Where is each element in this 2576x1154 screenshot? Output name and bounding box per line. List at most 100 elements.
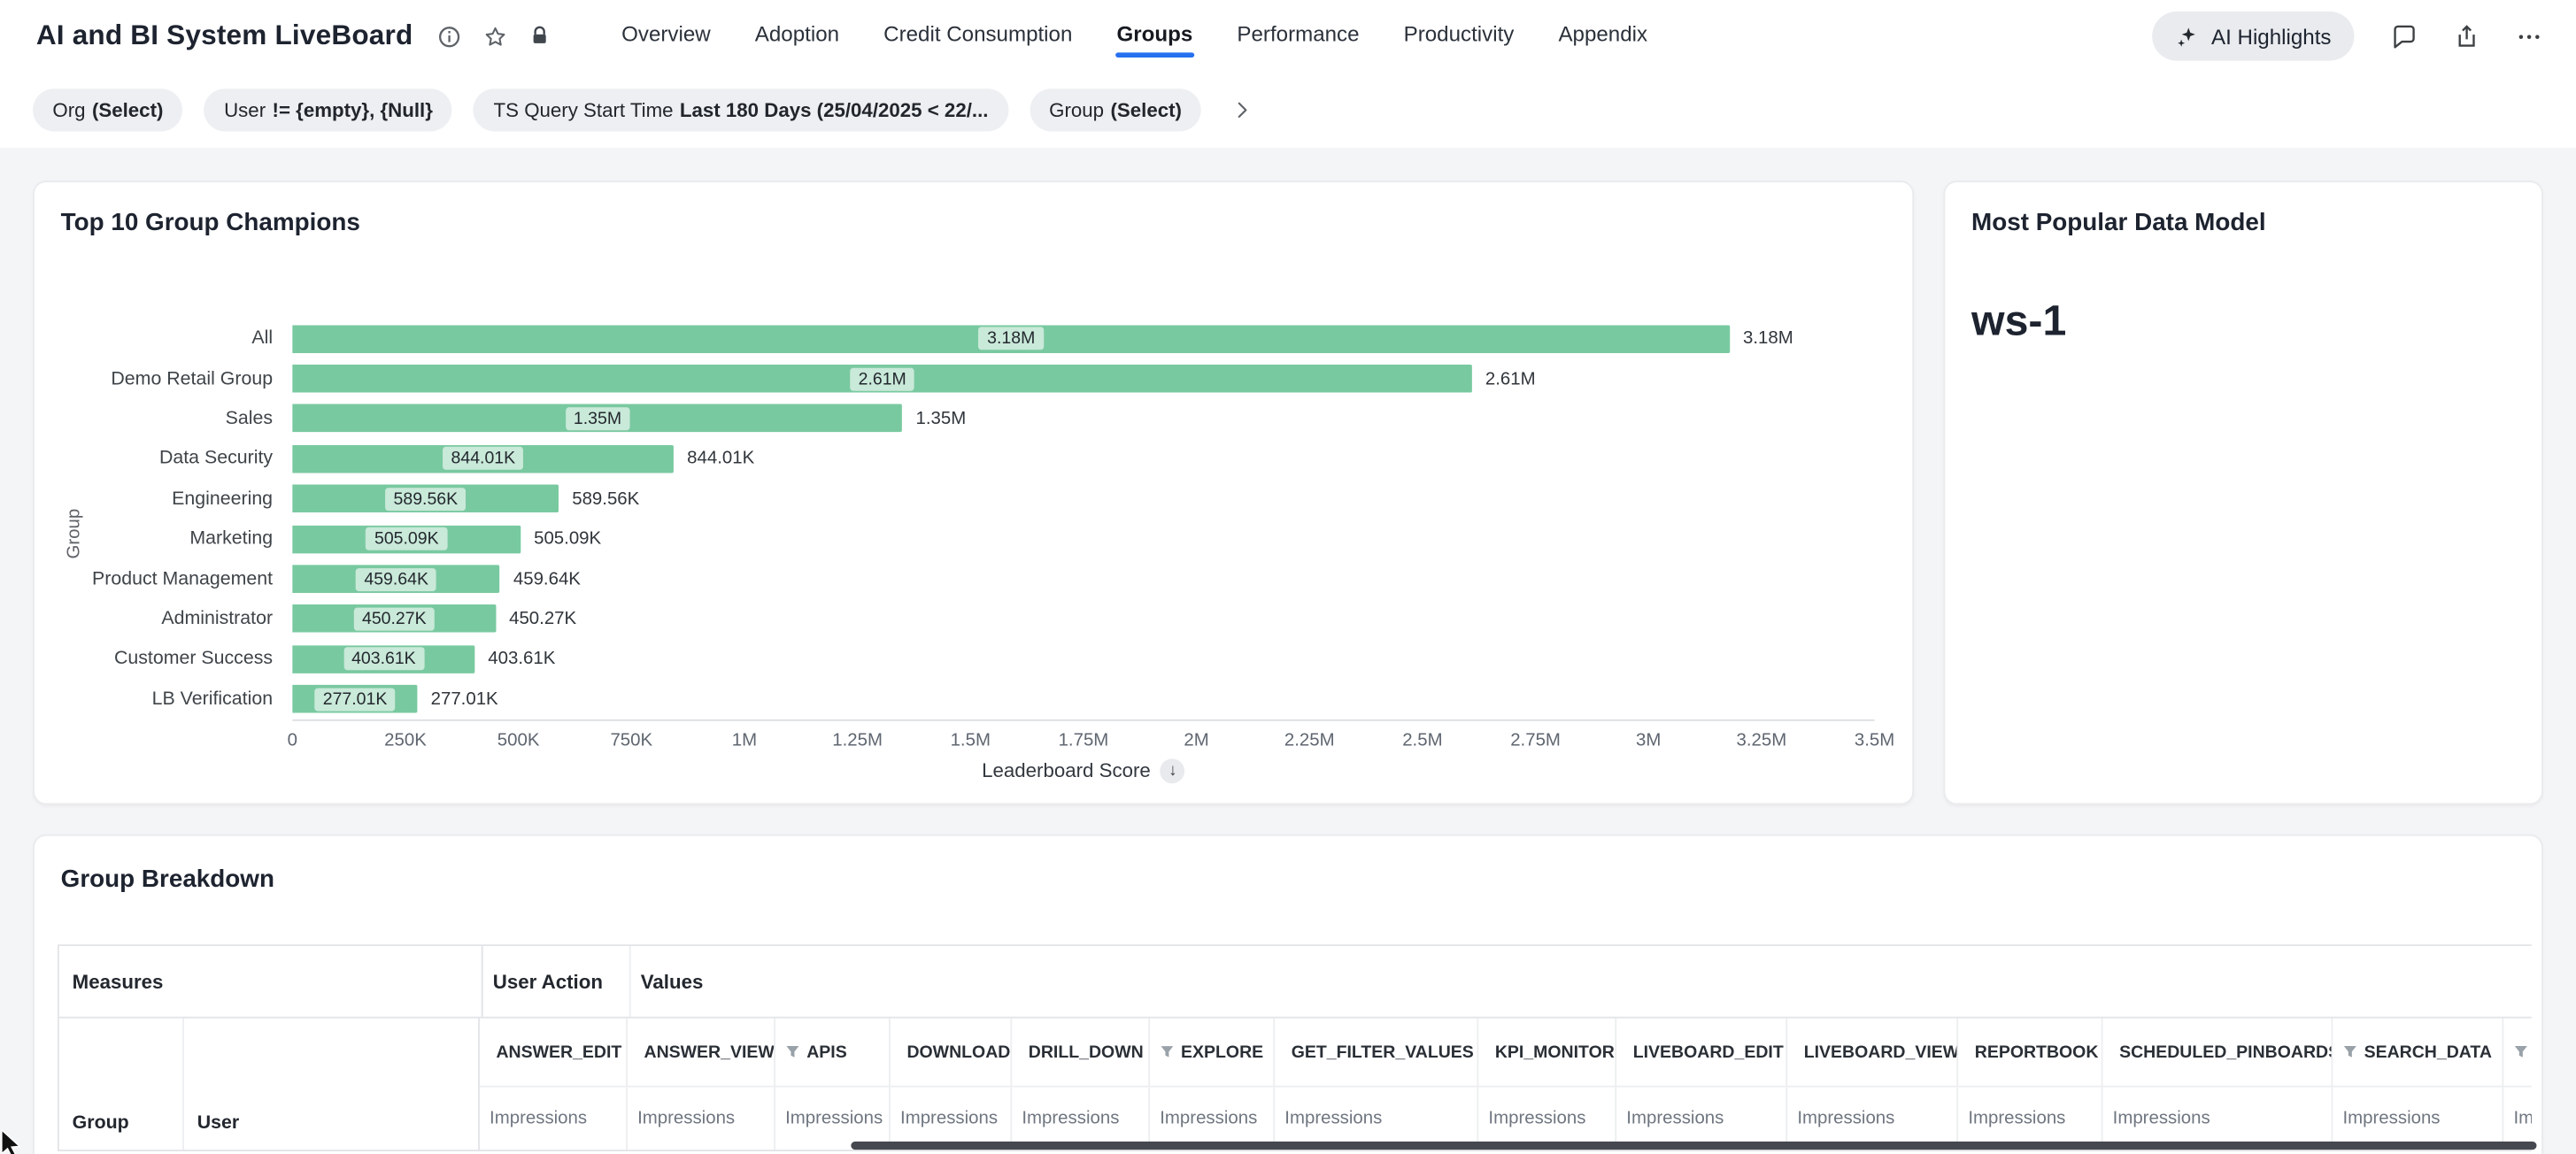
filter-chip-value: (Select) [92,98,163,121]
share-icon[interactable] [2453,22,2481,50]
bar-row-product-management: Product Management459.64K459.64K [61,559,1886,599]
filter-chip-group[interactable]: Group(Select) [1030,88,1201,131]
filter-chip-value: (Select) [1110,98,1181,121]
filter-icon [1160,1044,1174,1059]
column-search-data: SEARCH_DATAImpressions [2333,1019,2503,1150]
column-header[interactable]: APIS [775,1019,889,1088]
bar[interactable]: 277.01K [292,685,417,713]
tab-credit-consumption[interactable]: Credit Consumption [882,16,1074,57]
more-menu-icon[interactable] [2515,22,2543,50]
group-column-header[interactable]: Group [59,1019,184,1150]
column-header[interactable]: EXPLORE [1150,1019,1273,1088]
bar-track: 2.61M 2.61M [292,365,1874,393]
bar[interactable]: 3.18M [292,325,1730,353]
column-measure-label: Impressions [1958,1088,2101,1150]
bar-value-label: 459.64K [356,567,436,590]
x-tick-label: 2.75M [1510,731,1561,750]
tab-appendix[interactable]: Appendix [1557,16,1649,57]
column-drill-down: DRILL_DOWNImpressions [1012,1019,1150,1150]
user-action-header: User Action [483,946,631,1017]
info-icon[interactable] [437,24,462,49]
popular-data-model-value: ws-1 [1971,296,2515,347]
ai-highlights-label: AI Highlights [2211,24,2331,49]
bar[interactable]: 1.35M [292,404,902,433]
column-header-label: APIS [806,1042,846,1062]
x-tick-label: 2M [1184,731,1208,750]
column-header[interactable]: GET_FILTER_VALUES [1275,1019,1477,1088]
sort-descending-icon[interactable]: ↓ [1161,758,1185,783]
bar-row-marketing: Marketing505.09K505.09K [61,519,1886,558]
bar-track: 1.35M1.35M [292,404,1874,433]
filter-chip-ts-query-start-time[interactable]: TS Query Start TimeLast 180 Days (25/04/… [474,88,1007,131]
tab-adoption[interactable]: Adoption [753,16,841,57]
filter-chip-name: User [224,98,266,121]
column-header[interactable]: ANSWER_VIEW [628,1019,774,1088]
column-header[interactable]: SCHEDULED_PINBOARDS [2103,1019,2332,1088]
column-measure-label: Impressions [1616,1088,1785,1150]
bar-track: 505.09K505.09K [292,525,1874,553]
column-explore: EXPLOREImpressions [1150,1019,1275,1150]
bar[interactable]: 403.61K [292,645,474,673]
sparkle-icon [2175,24,2200,49]
tab-productivity[interactable]: Productivity [1402,16,1516,57]
column-measure-label: Impressions [775,1088,889,1150]
bar[interactable]: 505.09K [292,525,521,553]
bar-chart: All3.18M3.18MDemo Retail Group2.61M2.61M… [35,319,1912,783]
top-bar: AI and BI System LiveBoard OverviewAdopt… [0,0,2576,73]
tab-overview[interactable]: Overview [620,16,712,57]
bar-value-label: 3.18M [979,327,1044,350]
bar-value-outside-label: 844.01K [687,449,754,468]
filter-chip-user[interactable]: User!= {empty}, {Null} [204,88,452,131]
filter-chip-org[interactable]: Org (Select) [33,88,183,131]
filter-bar: Org (Select) User!= {empty}, {Null} TS Quer… [0,73,2576,148]
column-header[interactable]: KPI_MONITOR [1478,1019,1615,1088]
column-get-filter-values: GET_FILTER_VALUESImpressions [1275,1019,1478,1150]
column-measure-label: Impressions [1275,1088,1477,1150]
breakdown-table-wrap[interactable]: Measures User Action Values Group User A… [58,944,2532,1151]
ai-highlights-button[interactable]: AI Highlights [2152,12,2354,61]
x-tick-label: 1.25M [832,731,883,750]
breakdown-card-title: Group Breakdown [61,866,2516,894]
column-header-label: LIVEBOARD_EDIT [1633,1042,1784,1062]
column-measure-label: Impressions [1478,1088,1615,1150]
bar[interactable]: 450.27K [292,605,496,634]
user-column-header[interactable]: User [184,1019,478,1150]
tab-performance[interactable]: Performance [1236,16,1361,57]
horizontal-scrollbar-thumb[interactable] [851,1142,2536,1150]
column-header[interactable]: DOWNLOAD [891,1019,1010,1088]
column-header-label: SCHEDULED_PINBOARDS [2119,1042,2331,1062]
bar[interactable]: 459.64K [292,565,500,593]
bar-track: 459.64K459.64K [292,565,1874,593]
x-tick-label: 250K [384,731,427,750]
bar-value-outside-label: 277.01K [431,689,498,709]
filter-icon [2513,1044,2528,1059]
liveboard-page: AI and BI System LiveBoard OverviewAdopt… [0,0,2576,1154]
bar-value-label: 403.61K [343,648,424,671]
column-header[interactable]: SEARCH_DATA [2333,1019,2502,1088]
column-header[interactable]: REPORTBOOK [1958,1019,2101,1088]
values-header: Values [631,946,2532,1017]
bar[interactable]: 589.56K [292,485,559,513]
column-measure-label: Impressions [1787,1088,1956,1150]
bar-value-label: 277.01K [314,688,395,711]
column-header[interactable]: LIVEBOARD_VIEW [1787,1019,1956,1088]
column-measure-label: Impressions [2333,1088,2502,1150]
tab-groups[interactable]: Groups [1115,16,1195,57]
column-header[interactable]: ANSWER_EDIT [480,1019,626,1088]
column-header[interactable]: SPO [2503,1019,2532,1088]
category-label: All [61,329,293,349]
category-label: Marketing [61,529,293,549]
star-icon[interactable] [483,24,508,49]
x-tick-label: 0 [288,731,297,750]
bar[interactable]: 844.01K [292,445,674,473]
bar[interactable]: 2.61M [292,365,1472,393]
measures-header: Measures [59,946,483,1017]
filters-overflow-chevron-icon[interactable] [1222,90,1262,130]
filter-chip-name: Org [52,98,85,121]
comment-icon[interactable] [2390,22,2418,50]
column-header[interactable]: LIVEBOARD_EDIT [1616,1019,1785,1088]
bar-value-outside-label: 2.61M [1485,369,1536,389]
column-header[interactable]: DRILL_DOWN [1012,1019,1148,1088]
bar-row-administrator: Administrator450.27K450.27K [61,599,1886,639]
bar-row-data-security: Data Security844.01K844.01K [61,439,1886,479]
